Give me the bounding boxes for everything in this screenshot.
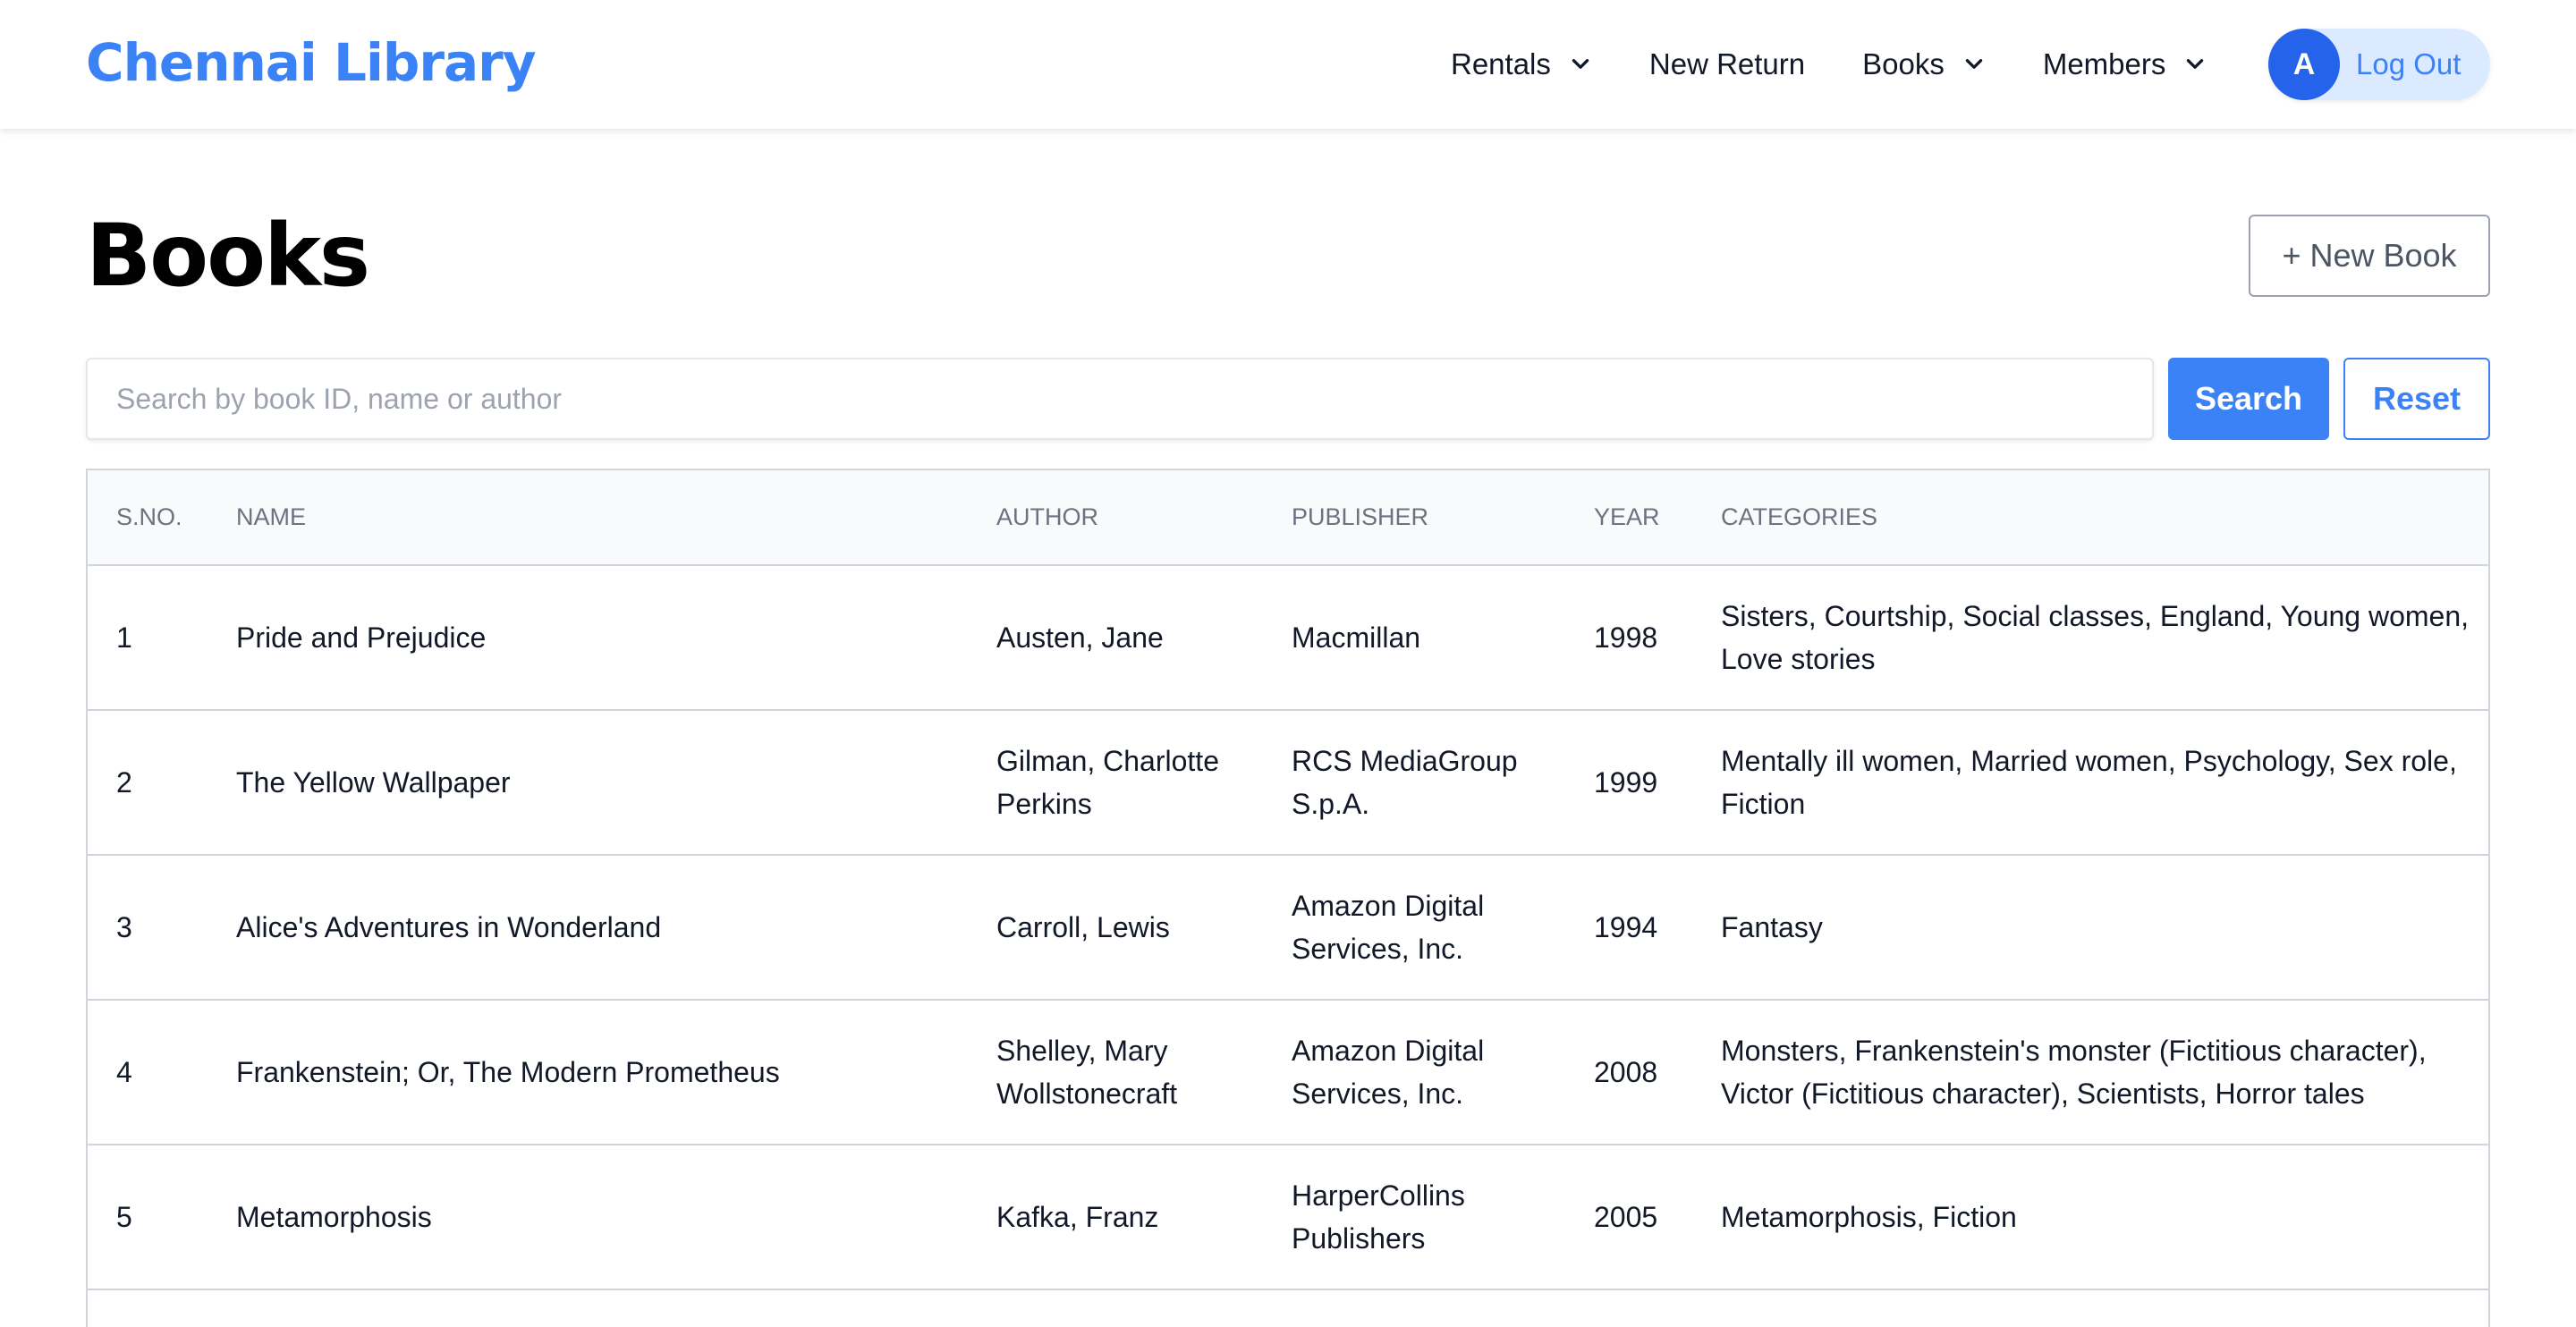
- header-author: AUTHOR: [968, 470, 1263, 566]
- user-menu[interactable]: A Log Out: [2268, 29, 2490, 100]
- table-row[interactable]: 3 Alice's Adventures in Wonderland Carro…: [88, 855, 2488, 1001]
- main-nav: Rentals New Return Books Members: [1451, 0, 2264, 129]
- nav-members-label: Members: [2042, 47, 2166, 80]
- cell-author: Kafka, Franz: [968, 1145, 1263, 1290]
- nav-members[interactable]: Members: [2043, 47, 2207, 81]
- cell-name: The Yellow Wallpaper: [208, 710, 968, 856]
- search-input[interactable]: [86, 358, 2154, 440]
- reset-button[interactable]: Reset: [2343, 358, 2490, 440]
- cell-publisher: Amazon Digital Services, Inc.: [1263, 855, 1565, 1001]
- cell-author: Carroll, Lewis: [968, 855, 1263, 1001]
- cell-sno: 4: [88, 1000, 208, 1145]
- cell-year: 2008: [1565, 1000, 1692, 1145]
- cell-name: Alice's Adventures in Wonderland: [208, 855, 968, 1001]
- cell-year: 1998: [1565, 565, 1692, 711]
- cell-publisher: Macmillan: [1263, 565, 1565, 711]
- top-navbar: Chennai Library Rentals New Return Books…: [0, 0, 2576, 129]
- table-row[interactable]: 2 The Yellow Wallpaper Gilman, Charlotte…: [88, 710, 2488, 856]
- cell-author: Austen, Jane: [968, 565, 1263, 711]
- logout-button[interactable]: Log Out: [2356, 47, 2461, 81]
- table-row[interactable]: 1 Pride and Prejudice Austen, Jane Macmi…: [88, 565, 2488, 711]
- nav-books[interactable]: Books: [1862, 47, 1986, 81]
- cell-name: Frankenstein; Or, The Modern Prometheus: [208, 1000, 968, 1145]
- cell-year: 1999: [1565, 710, 1692, 856]
- cell-name: Metamorphosis: [208, 1145, 968, 1290]
- cell-sno: 1: [88, 565, 208, 711]
- books-table-container: S.NO. NAME AUTHOR PUBLISHER YEAR CATEGOR…: [86, 469, 2490, 1327]
- chevron-down-icon: [1572, 59, 1589, 69]
- cell-categories: Fantasy: [1692, 855, 2488, 1001]
- header-year: YEAR: [1565, 470, 1692, 566]
- books-table: S.NO. NAME AUTHOR PUBLISHER YEAR CATEGOR…: [88, 470, 2488, 1290]
- chevron-down-icon: [1965, 59, 1983, 69]
- cell-sno: 5: [88, 1145, 208, 1290]
- header-categories: CATEGORIES: [1692, 470, 2488, 566]
- cell-publisher: HarperCollins Publishers: [1263, 1145, 1565, 1290]
- cell-publisher: RCS MediaGroup S.p.A.: [1263, 710, 1565, 856]
- new-book-button[interactable]: + New Book: [2249, 215, 2490, 297]
- cell-sno: 2: [88, 710, 208, 856]
- table-row[interactable]: 4 Frankenstein; Or, The Modern Prometheu…: [88, 1000, 2488, 1145]
- nav-new-return-label: New Return: [1648, 47, 1806, 80]
- cell-categories: Metamorphosis, Fiction: [1692, 1145, 2488, 1290]
- header-sno: S.NO.: [88, 470, 208, 566]
- brand-logo[interactable]: Chennai Library: [86, 32, 536, 93]
- chevron-down-icon: [2187, 59, 2204, 69]
- cell-year: 1994: [1565, 855, 1692, 1001]
- header-name: NAME: [208, 470, 968, 566]
- table-row[interactable]: 5 Metamorphosis Kafka, Franz HarperColli…: [88, 1145, 2488, 1290]
- avatar[interactable]: A: [2268, 29, 2340, 100]
- nav-rentals[interactable]: Rentals: [1451, 47, 1592, 81]
- cell-author: Gilman, Charlotte Perkins: [968, 710, 1263, 856]
- cell-year: 2005: [1565, 1145, 1692, 1290]
- nav-books-label: Books: [1862, 47, 1945, 80]
- table-header: S.NO. NAME AUTHOR PUBLISHER YEAR CATEGOR…: [88, 470, 2488, 566]
- page-title: Books: [86, 206, 370, 306]
- cell-categories: Monsters, Frankenstein's monster (Fictit…: [1692, 1000, 2488, 1145]
- cell-publisher: Amazon Digital Services, Inc.: [1263, 1000, 1565, 1145]
- cell-name: Pride and Prejudice: [208, 565, 968, 711]
- table-body: 1 Pride and Prejudice Austen, Jane Macmi…: [88, 565, 2488, 1290]
- header-publisher: PUBLISHER: [1263, 470, 1565, 566]
- search-button[interactable]: Search: [2168, 358, 2329, 440]
- nav-rentals-label: Rentals: [1451, 47, 1551, 80]
- cell-categories: Sisters, Courtship, Social classes, Engl…: [1692, 565, 2488, 711]
- cell-author: Shelley, Mary Wollstonecraft: [968, 1000, 1263, 1145]
- cell-sno: 3: [88, 855, 208, 1001]
- nav-new-return[interactable]: New Return: [1649, 47, 1805, 81]
- cell-categories: Mentally ill women, Married women, Psych…: [1692, 710, 2488, 856]
